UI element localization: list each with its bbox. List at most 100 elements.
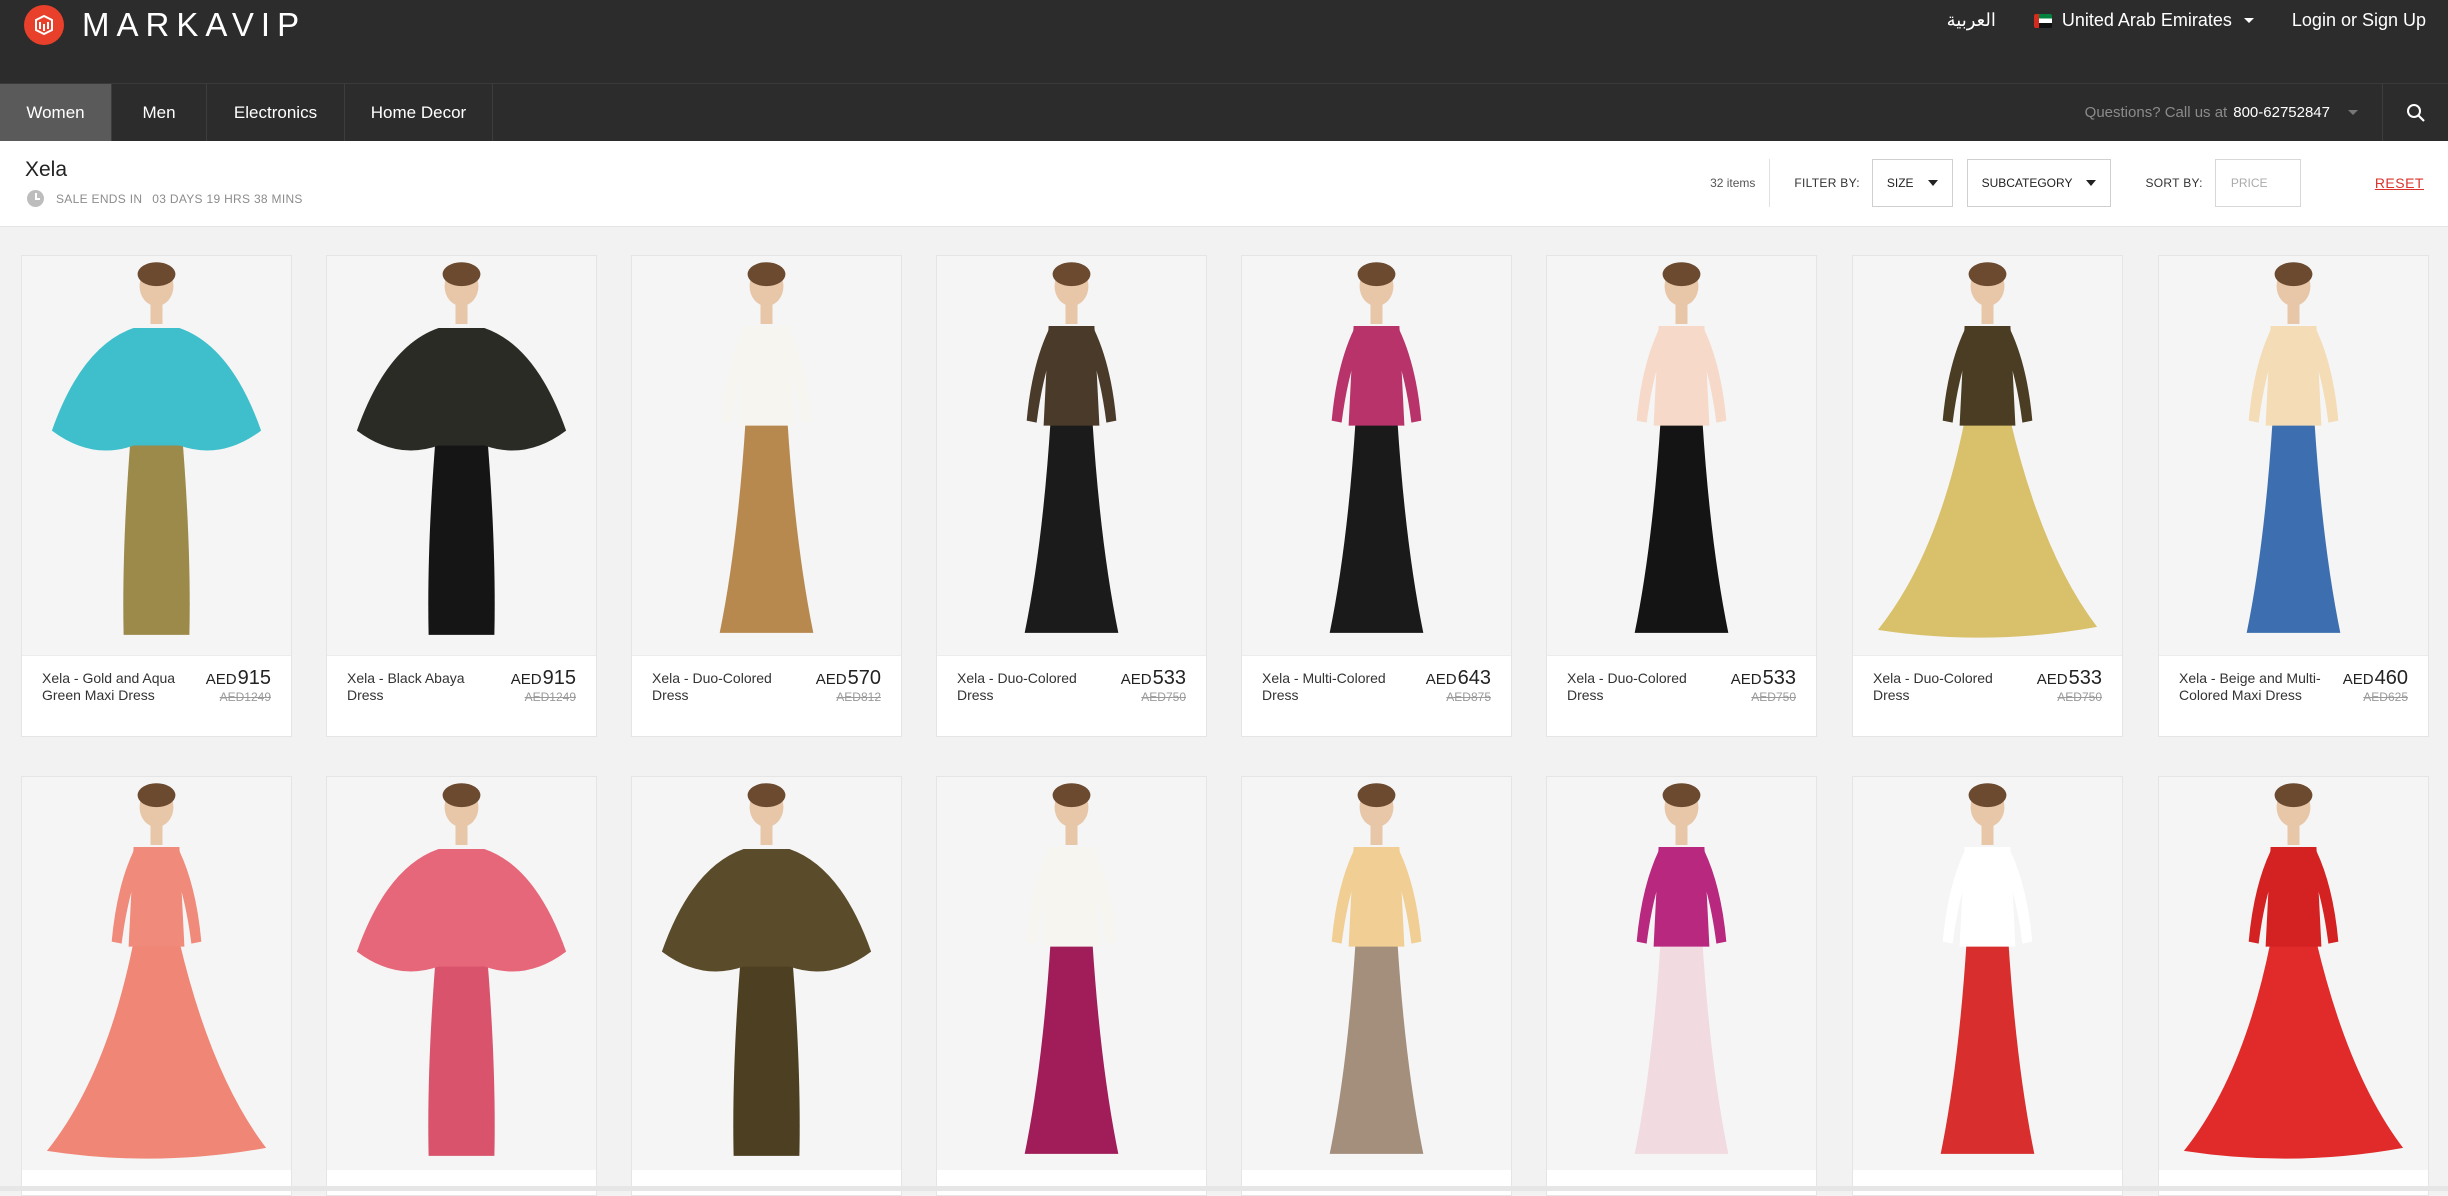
product-image[interactable] [2159, 256, 2428, 655]
search-button[interactable] [2382, 84, 2448, 141]
subcategory-filter-label: SUBCATEGORY [1981, 176, 2073, 190]
product-image[interactable] [2159, 777, 2428, 1170]
page-bottom-edge [0, 1186, 2448, 1191]
product-card[interactable]: Xela - Duo-Colored Dress AED533 AED750 [936, 255, 1207, 737]
product-card[interactable] [1241, 776, 1512, 1196]
original-price: AED750 [2057, 690, 2102, 704]
product-image[interactable] [327, 777, 596, 1170]
currency-label: AED [2342, 671, 2374, 688]
product-card[interactable] [936, 776, 1207, 1196]
product-image[interactable] [1853, 256, 2122, 655]
product-image[interactable] [937, 777, 1206, 1170]
product-name[interactable]: Xela - Duo-Colored Dress [1873, 670, 2023, 704]
product-image[interactable] [632, 777, 901, 1170]
currency-label: AED [815, 671, 847, 688]
sort-price-select[interactable]: PRICE [2214, 159, 2301, 207]
nav-item-women[interactable]: Women [0, 84, 112, 141]
sale-price-value: 643 [1457, 667, 1491, 689]
original-price: AED1249 [524, 690, 576, 704]
caret-down-icon [1927, 180, 1938, 186]
sale-price-value: 460 [2374, 667, 2408, 689]
sale-ends-time: 03 DAYS 19 HRS 38 MINS [152, 191, 303, 206]
original-price: AED750 [1141, 690, 1186, 704]
product-info: Xela - Duo-Colored Dress AED533 AED750 [937, 655, 1206, 736]
page-title: Xela [25, 158, 68, 181]
product-image[interactable] [1242, 777, 1511, 1170]
currency-label: AED [1425, 671, 1457, 688]
product-name[interactable]: Xela - Duo-Colored Dress [1567, 670, 1717, 704]
product-image[interactable] [1242, 256, 1511, 655]
original-price: AED812 [836, 690, 881, 704]
product-image[interactable] [632, 256, 901, 655]
sale-ends-label: SALE ENDS IN [56, 191, 143, 206]
original-price: AED875 [1446, 690, 1491, 704]
product-price: AED570 AED812 [816, 667, 881, 704]
product-info: Xela - Duo-Colored Dress AED533 AED750 [1853, 655, 2122, 736]
chevron-down-icon [2243, 18, 2254, 23]
sale-price-value: 570 [847, 667, 881, 689]
product-name[interactable]: Xela - Multi-Colored Dress [1262, 670, 1412, 704]
login-signup-link[interactable]: Login or Sign Up [2292, 10, 2426, 31]
top-bar: MARKAVIP العربية United Arab Emirates Lo… [0, 0, 2448, 83]
sale-price-value: 915 [237, 667, 271, 689]
product-image[interactable] [22, 256, 291, 655]
product-price: AED460 AED625 [2343, 667, 2408, 704]
product-card[interactable]: Xela - Multi-Colored Dress AED643 AED875 [1241, 255, 1512, 737]
language-link[interactable]: العربية [1947, 10, 1996, 31]
product-info: Xela - Gold and Aqua Green Maxi Dress AE… [22, 655, 291, 736]
reset-link[interactable]: RESET [2375, 175, 2424, 191]
product-price: AED533 AED750 [1121, 667, 1186, 704]
product-card[interactable] [21, 776, 292, 1196]
product-info: Xela - Multi-Colored Dress AED643 AED875 [1242, 655, 1511, 736]
product-image[interactable] [327, 256, 596, 655]
product-name[interactable]: Xela - Beige and Multi-Colored Maxi Dres… [2179, 670, 2329, 704]
sale-price: AED533 [1121, 667, 1186, 690]
sale-price: AED643 [1426, 667, 1491, 690]
phone-number: 800-62752847 [2233, 104, 2330, 121]
sale-price: AED533 [1731, 667, 1796, 690]
product-card[interactable] [1852, 776, 2123, 1196]
currency-label: AED [1730, 671, 1762, 688]
nav-item-electronics[interactable]: Electronics [207, 84, 345, 141]
nav-item-men[interactable]: Men [112, 84, 207, 141]
sale-price: AED570 [816, 667, 881, 690]
sale-price: AED915 [206, 667, 271, 690]
original-price: AED750 [1751, 690, 1796, 704]
currency-label: AED [205, 671, 237, 688]
clock-icon [27, 190, 44, 207]
product-card[interactable]: Xela - Gold and Aqua Green Maxi Dress AE… [21, 255, 292, 737]
product-card[interactable]: Xela - Black Abaya Dress AED915 AED1249 [326, 255, 597, 737]
country-selector[interactable]: United Arab Emirates [2033, 10, 2254, 31]
product-price: AED915 AED1249 [206, 667, 271, 704]
product-image[interactable] [1853, 777, 2122, 1170]
items-count: 32 items [1710, 159, 1771, 207]
product-image[interactable] [22, 777, 291, 1170]
product-card[interactable] [631, 776, 902, 1196]
logo-text: MARKAVIP [82, 6, 307, 43]
nav-item-home-decor[interactable]: Home Decor [345, 84, 493, 141]
product-info: Xela - Beige and Multi-Colored Maxi Dres… [2159, 655, 2428, 736]
product-card[interactable]: Xela - Duo-Colored Dress AED533 AED750 [1852, 255, 2123, 737]
product-name[interactable]: Xela - Duo-Colored Dress [652, 670, 802, 704]
product-image[interactable] [1547, 256, 1816, 655]
sale-price-value: 533 [1152, 667, 1186, 689]
currency-label: AED [2036, 671, 2068, 688]
currency-label: AED [1120, 671, 1152, 688]
product-card[interactable]: Xela - Beige and Multi-Colored Maxi Dres… [2158, 255, 2429, 737]
product-name[interactable]: Xela - Gold and Aqua Green Maxi Dress [42, 670, 192, 704]
product-price: AED915 AED1249 [511, 667, 576, 704]
size-filter-dropdown[interactable]: SIZE [1871, 159, 1953, 207]
product-card[interactable]: Xela - Duo-Colored Dress AED570 AED812 [631, 255, 902, 737]
filter-by-label: FILTER BY: [1794, 176, 1860, 190]
product-card[interactable] [1546, 776, 1817, 1196]
product-image[interactable] [937, 256, 1206, 655]
contact-phone[interactable]: Questions? Call us at 800-62752847 [2085, 84, 2358, 141]
product-card[interactable]: Xela - Duo-Colored Dress AED533 AED750 [1546, 255, 1817, 737]
product-image[interactable] [1547, 777, 1816, 1170]
product-card[interactable] [326, 776, 597, 1196]
product-card[interactable] [2158, 776, 2429, 1196]
product-name[interactable]: Xela - Black Abaya Dress [347, 670, 497, 704]
product-name[interactable]: Xela - Duo-Colored Dress [957, 670, 1107, 704]
logo[interactable]: MARKAVIP [24, 5, 306, 45]
subcategory-filter-dropdown[interactable]: SUBCATEGORY [1966, 159, 2112, 207]
